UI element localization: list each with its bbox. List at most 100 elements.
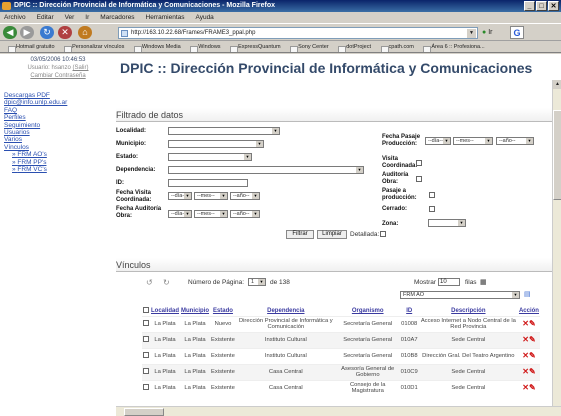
sidebar-item-email[interactable]: dpic@info.unlp.edu.ar [4, 99, 112, 106]
scroll-up-icon[interactable]: ▲ [553, 80, 561, 89]
sidebar-subitem-frm-pps[interactable]: FRM PP's [4, 159, 112, 166]
column-header-municipio[interactable]: Municipio [180, 306, 210, 317]
delete-icon[interactable]: ✕ [522, 335, 529, 344]
menu-ver[interactable]: Ver [65, 14, 75, 21]
bookmark-item[interactable]: Personalizar vínculos [64, 44, 124, 50]
pasaje-mes-select[interactable]: --mes-- [453, 137, 493, 145]
export-icon[interactable]: ▤ [524, 290, 531, 298]
localidad-select[interactable] [168, 127, 280, 135]
pasaje-produccion-checkbox[interactable] [429, 192, 435, 198]
filter-button[interactable]: Filtrar [286, 230, 314, 239]
bookmark-item[interactable]: Windows [190, 44, 220, 50]
logout-link[interactable]: (Salir) [73, 65, 89, 71]
visita-anio-select[interactable]: --año-- [230, 192, 260, 200]
clear-button[interactable]: Limpiar [317, 230, 347, 239]
delete-icon[interactable]: ✕ [522, 367, 529, 376]
delete-icon[interactable]: ✕ [522, 383, 529, 392]
edit-icon[interactable]: ✎ [529, 335, 536, 344]
page-number-select[interactable]: 1 [248, 278, 266, 286]
menu-marcadores[interactable]: Marcadores [100, 14, 134, 21]
pasaje-anio-select[interactable]: --año-- [496, 137, 534, 145]
sidebar-item-perfiles[interactable]: Perfiles [4, 114, 112, 121]
auditoria-anio-select[interactable]: --año-- [230, 210, 260, 218]
visita-coordinada-checkbox[interactable] [416, 160, 422, 166]
sidebar-item-faq[interactable]: FAQ [4, 107, 112, 114]
vertical-scrollbar[interactable]: ▲ [552, 80, 561, 410]
row-checkbox[interactable] [143, 336, 149, 343]
sidebar-item-seguimiento[interactable]: Seguimiento [4, 122, 112, 129]
menu-ayuda[interactable]: Ayuda [195, 14, 213, 21]
cell-descripcion: Sede Central [418, 380, 518, 397]
sidebar-item-vinculos[interactable]: Vínculos [4, 144, 112, 151]
table-icon[interactable]: ▦ [480, 278, 487, 286]
scroll-thumb[interactable] [553, 110, 561, 200]
column-header-id[interactable]: ID [400, 306, 419, 317]
bookmark-item[interactable]: Área 6 :: Profesiona... [423, 44, 484, 50]
column-header-descripcion[interactable]: Descripción [419, 306, 518, 317]
sidebar-subitem-frm-vcs[interactable]: FRM VC's [4, 166, 112, 173]
stop-icon[interactable]: ✕ [58, 26, 72, 39]
column-header-localidad[interactable]: Localidad [150, 306, 180, 317]
dependencia-select[interactable] [168, 166, 364, 174]
id-input[interactable] [168, 179, 248, 187]
previous-page-icon[interactable]: ↺ [146, 278, 153, 287]
horizontal-scrollbar[interactable] [116, 406, 561, 416]
sidebar-item-descargas[interactable]: Descargas PDF [4, 92, 112, 99]
auditoria-obra-checkbox[interactable] [416, 176, 422, 182]
auditoria-mes-select[interactable]: --mes-- [194, 210, 228, 218]
sidebar-subitem-frm-aos[interactable]: FRM AO's [4, 151, 112, 158]
cerrado-checkbox[interactable] [429, 206, 435, 212]
row-select-cell [142, 364, 150, 381]
bookmark-item[interactable]: dotProject [338, 44, 371, 50]
minimize-button[interactable]: _ [524, 1, 535, 11]
row-checkbox[interactable] [143, 384, 149, 391]
zona-select[interactable] [428, 219, 466, 227]
go-button[interactable]: ● Ir [482, 27, 504, 39]
column-header-estado[interactable]: Estado [210, 306, 236, 317]
sidebar-item-usuarios[interactable]: Usuarios [4, 129, 112, 136]
menu-herramientas[interactable]: Herramientas [146, 14, 185, 21]
menu-ir[interactable]: Ir [85, 14, 89, 21]
bookmark-item[interactable]: ExpressQuantum [230, 44, 281, 50]
visita-dia-select[interactable]: --día-- [168, 192, 192, 200]
close-button[interactable]: ✕ [548, 1, 559, 11]
detailed-checkbox[interactable] [380, 231, 386, 237]
municipio-select[interactable] [168, 140, 264, 148]
row-checkbox[interactable] [143, 320, 149, 327]
visita-mes-select[interactable]: --mes-- [194, 192, 228, 200]
bookmark-item[interactable]: cpath.com [381, 44, 414, 50]
home-icon[interactable]: ⌂ [78, 26, 92, 39]
sidebar-item-varios[interactable]: Varios [4, 136, 112, 143]
row-checkbox[interactable] [143, 368, 149, 375]
delete-icon[interactable]: ✕ [522, 319, 529, 328]
horizontal-scroll-thumb[interactable] [124, 408, 164, 416]
row-checkbox[interactable] [143, 352, 149, 359]
edit-icon[interactable]: ✎ [529, 351, 536, 360]
column-header-organismo[interactable]: Organismo [336, 306, 400, 317]
form-type-select[interactable]: FRM AO [400, 291, 520, 299]
menu-archivo[interactable]: Archivo [4, 14, 26, 21]
delete-icon[interactable]: ✕ [522, 351, 529, 360]
menu-editar[interactable]: Editar [37, 14, 54, 21]
change-password-link[interactable]: Cambiar Contraseña [4, 72, 112, 80]
back-icon[interactable]: ◀ [3, 26, 17, 39]
bookmark-item[interactable]: Sony Center [290, 44, 329, 50]
select-all-checkbox[interactable] [143, 307, 149, 313]
estado-select[interactable] [168, 153, 252, 161]
reload-icon[interactable]: ↻ [40, 26, 54, 39]
next-page-icon[interactable]: ↻ [163, 278, 170, 287]
url-input[interactable]: http://163.10.22.68/Frames/FRAME3_ppal.p… [118, 27, 478, 39]
rows-input[interactable]: 10 [438, 278, 460, 286]
edit-icon[interactable]: ✎ [529, 383, 536, 392]
search-engine-icon[interactable]: G [510, 26, 524, 39]
url-dropdown-icon[interactable]: ▼ [467, 29, 476, 38]
edit-icon[interactable]: ✎ [529, 367, 536, 376]
pasaje-dia-select[interactable]: --día-- [425, 137, 451, 145]
column-header-dependencia[interactable]: Dependencia [236, 306, 336, 317]
forward-icon[interactable]: ▶ [20, 26, 34, 39]
auditoria-dia-select[interactable]: --día-- [168, 210, 192, 218]
bookmark-item[interactable]: Hotmail gratuito [8, 44, 55, 50]
maximize-button[interactable]: □ [536, 1, 547, 11]
edit-icon[interactable]: ✎ [529, 319, 536, 328]
bookmark-item[interactable]: Windows Media [134, 44, 181, 50]
